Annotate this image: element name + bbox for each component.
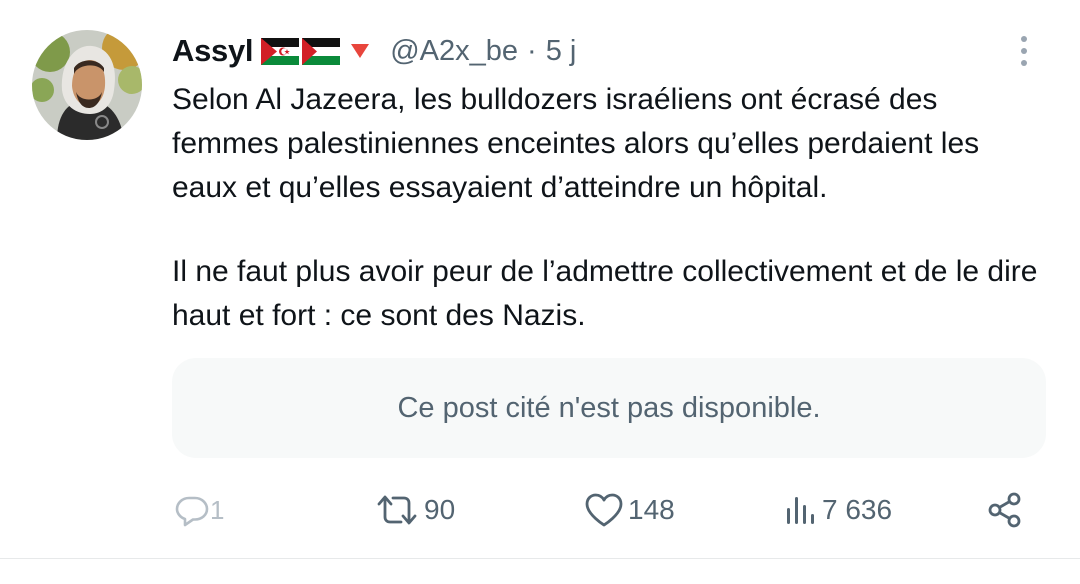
- display-name[interactable]: Assyl: [172, 33, 254, 69]
- repost-icon: [374, 492, 420, 528]
- like-count: 148: [628, 494, 675, 525]
- more-dot-icon: [1021, 36, 1027, 42]
- more-dot-icon: [1021, 60, 1027, 66]
- like-button[interactable]: 148: [584, 486, 675, 534]
- post-text: Selon Al Jazeera, les bulldozers israéli…: [172, 78, 1052, 338]
- post-timestamp[interactable]: 5 j: [546, 35, 577, 68]
- repost-button[interactable]: 90: [374, 486, 455, 534]
- reply-icon: [174, 492, 210, 528]
- reply-count: 1: [210, 494, 225, 525]
- palestine-flag-icon: [302, 37, 341, 65]
- repost-count: 90: [424, 494, 456, 525]
- action-bar: 1 90 148 7 636: [0, 486, 1080, 534]
- separator-dot: ·: [527, 34, 537, 67]
- user-handle[interactable]: @A2x_be: [390, 35, 518, 68]
- quote-unavailable-text: Ce post cité n'est pas disponible.: [397, 391, 821, 424]
- western-sahara-flag-icon: [261, 37, 300, 65]
- share-button[interactable]: [986, 486, 1024, 534]
- view-count: 7 636: [822, 494, 893, 525]
- bar-chart-icon: [784, 492, 818, 528]
- post-paragraph: Il ne faut plus avoir peur de l’admettre…: [172, 255, 1038, 332]
- post-header: Assyl @A2x_be · 5 j: [172, 28, 576, 74]
- post[interactable]: Assyl @A2x_be · 5 j Selon Al Jazeera, le…: [0, 0, 1080, 558]
- red-triangle-down-icon: [350, 43, 370, 59]
- more-dot-icon: [1021, 48, 1027, 54]
- quoted-post-unavailable: Ce post cité n'est pas disponible.: [172, 358, 1046, 458]
- avatar[interactable]: [32, 30, 142, 140]
- heart-icon: [584, 492, 624, 528]
- divider: [0, 558, 1080, 559]
- reply-button[interactable]: 1: [174, 486, 224, 534]
- post-paragraph: Selon Al Jazeera, les bulldozers israéli…: [172, 83, 980, 204]
- views-button[interactable]: 7 636: [784, 486, 892, 534]
- more-options-button[interactable]: [1008, 30, 1040, 72]
- share-icon: [986, 491, 1024, 529]
